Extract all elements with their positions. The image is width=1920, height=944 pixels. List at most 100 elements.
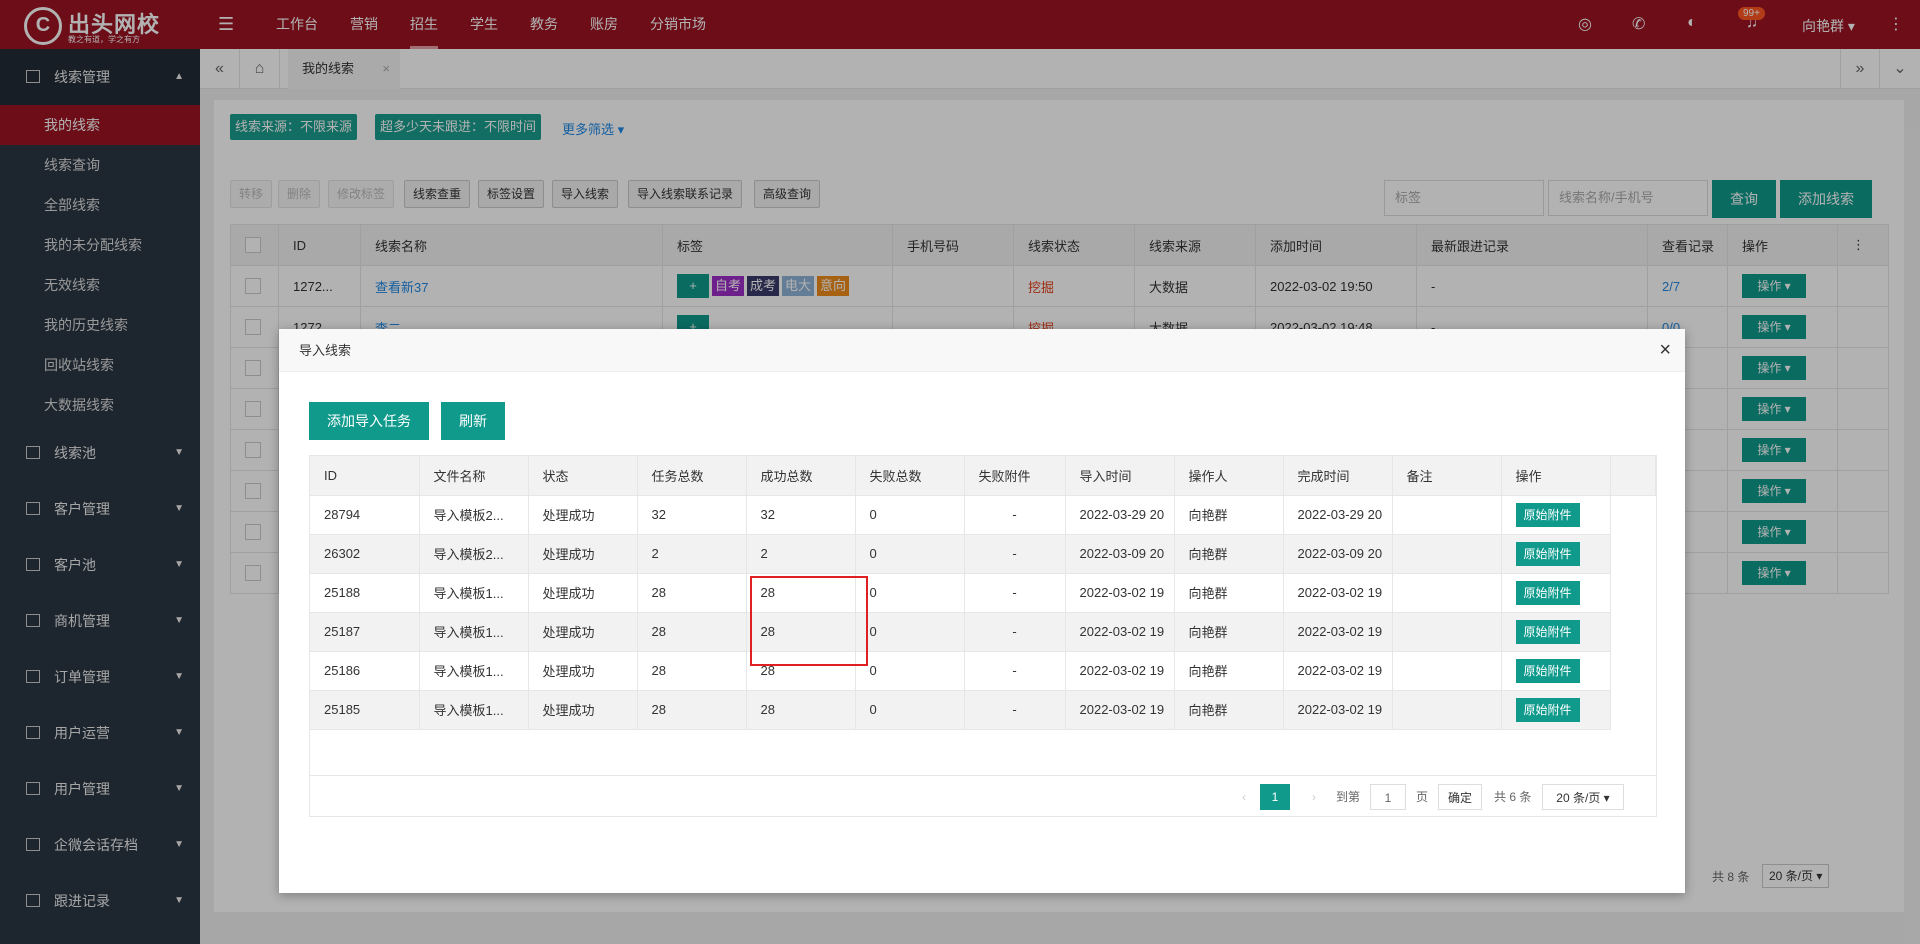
cell-id: 28794 — [310, 495, 420, 535]
cell-done-time: 2022-03-02 19 — [1283, 612, 1393, 652]
cell-op: 原始附件 — [1501, 651, 1611, 691]
table-row: 25188 导入模板1... 处理成功 28 28 0 - 2022-03-02… — [310, 573, 1655, 613]
original-attachment-button[interactable]: 原始附件 — [1515, 541, 1580, 566]
cell-import-time: 2022-03-02 19 — [1065, 573, 1175, 613]
col-id: ID — [310, 456, 420, 496]
cell-file: 导入模板2... — [419, 495, 529, 535]
cell-status: 处理成功 — [528, 495, 638, 535]
original-attachment-button[interactable]: 原始附件 — [1515, 619, 1580, 644]
col-import-time: 导入时间 — [1065, 456, 1175, 496]
cell-total: 28 — [637, 612, 747, 652]
cell-operator: 向艳群 — [1174, 690, 1284, 730]
cell-note — [1392, 573, 1502, 613]
cell-status: 处理成功 — [528, 612, 638, 652]
original-attachment-button[interactable]: 原始附件 — [1515, 697, 1580, 722]
cell-done-time: 2022-03-29 20 — [1283, 495, 1393, 535]
total-count: 共 6 条 — [1494, 790, 1532, 804]
page-current[interactable]: 1 — [1260, 784, 1290, 810]
cell-id: 25185 — [310, 690, 420, 730]
col-task-total: 任务总数 — [637, 456, 747, 496]
cell-note — [1392, 612, 1502, 652]
col-fail-attachment: 失败附件 — [964, 456, 1066, 496]
cell-operator: 向艳群 — [1174, 612, 1284, 652]
cell-status: 处理成功 — [528, 690, 638, 730]
cell-attach: - — [964, 534, 1066, 574]
page-input[interactable]: 1 — [1370, 784, 1406, 810]
close-icon[interactable]: × — [1659, 329, 1671, 372]
success-column-highlight — [750, 576, 868, 666]
cell-import-time: 2022-03-02 19 — [1065, 690, 1175, 730]
cell-attach: - — [964, 690, 1066, 730]
table-row: 25186 导入模板1... 处理成功 28 28 0 - 2022-03-02… — [310, 651, 1655, 691]
cell-note — [1392, 690, 1502, 730]
cell-op: 原始附件 — [1501, 534, 1611, 574]
dialog-title: 导入线索 — [299, 343, 352, 358]
cell-fail: 0 — [855, 612, 965, 652]
col-spacer — [1610, 456, 1656, 496]
cell-file: 导入模板1... — [419, 690, 529, 730]
cell-note — [1392, 651, 1502, 691]
cell-done-time: 2022-03-02 19 — [1283, 651, 1393, 691]
cell-operator: 向艳群 — [1174, 651, 1284, 691]
cell-operator: 向艳群 — [1174, 573, 1284, 613]
original-attachment-button[interactable]: 原始附件 — [1515, 502, 1580, 527]
page-size-select[interactable]: 20 条/页 ▾ — [1542, 784, 1624, 810]
col-fail-total: 失败总数 — [855, 456, 965, 496]
cell-note — [1392, 534, 1502, 574]
cell-attach: - — [964, 495, 1066, 535]
cell-id: 25186 — [310, 651, 420, 691]
cell-status: 处理成功 — [528, 534, 638, 574]
cell-attach: - — [964, 573, 1066, 613]
refresh-button[interactable]: 刷新 — [441, 402, 505, 440]
table-header: ID 文件名称 状态 任务总数 成功总数 失败总数 失败附件 导入时间 操作人 … — [310, 456, 1656, 496]
col-finish-time: 完成时间 — [1283, 456, 1393, 496]
cell-fail: 0 — [855, 690, 965, 730]
page-unit-label: 页 — [1416, 790, 1429, 804]
cell-import-time: 2022-03-02 19 — [1065, 651, 1175, 691]
cell-done-time: 2022-03-02 19 — [1283, 690, 1393, 730]
cell-fail: 0 — [855, 651, 965, 691]
cell-id: 26302 — [310, 534, 420, 574]
cell-import-time: 2022-03-09 20 — [1065, 534, 1175, 574]
cell-file: 导入模板1... — [419, 612, 529, 652]
cell-status: 处理成功 — [528, 573, 638, 613]
cell-id: 25188 — [310, 573, 420, 613]
next-page-icon[interactable]: › — [1312, 784, 1316, 810]
cell-file: 导入模板1... — [419, 573, 529, 613]
original-attachment-button[interactable]: 原始附件 — [1515, 580, 1580, 605]
cell-done-time: 2022-03-02 19 — [1283, 573, 1393, 613]
cell-total: 28 — [637, 651, 747, 691]
cell-file: 导入模板2... — [419, 534, 529, 574]
table-row: 26302 导入模板2... 处理成功 2 2 0 - 2022-03-09 2… — [310, 534, 1655, 574]
col-success-total: 成功总数 — [746, 456, 856, 496]
cell-import-time: 2022-03-02 19 — [1065, 612, 1175, 652]
col-status: 状态 — [528, 456, 638, 496]
cell-op: 原始附件 — [1501, 690, 1611, 730]
cell-attach: - — [964, 651, 1066, 691]
confirm-page-button[interactable]: 确定 — [1438, 784, 1482, 810]
import-table-wrapper: ID 文件名称 状态 任务总数 成功总数 失败总数 失败附件 导入时间 操作人 … — [309, 455, 1657, 817]
cell-success: 28 — [746, 690, 856, 730]
import-task-table: ID 文件名称 状态 任务总数 成功总数 失败总数 失败附件 导入时间 操作人 … — [310, 456, 1656, 730]
cell-total: 2 — [637, 534, 747, 574]
dialog-header: 导入线索 × — [279, 329, 1685, 372]
cell-note — [1392, 495, 1502, 535]
cell-op: 原始附件 — [1501, 495, 1611, 535]
cell-total: 28 — [637, 573, 747, 613]
original-attachment-button[interactable]: 原始附件 — [1515, 658, 1580, 683]
cell-success: 32 — [746, 495, 856, 535]
col-file-name: 文件名称 — [419, 456, 529, 496]
import-clues-dialog: 导入线索 × 添加导入任务 刷新 ID 文件名称 状态 任务总数 成功总数 失败… — [279, 329, 1685, 893]
cell-file: 导入模板1... — [419, 651, 529, 691]
cell-done-time: 2022-03-09 20 — [1283, 534, 1393, 574]
cell-status: 处理成功 — [528, 651, 638, 691]
cell-total: 32 — [637, 495, 747, 535]
cell-fail: 0 — [855, 573, 965, 613]
prev-page-icon[interactable]: ‹ — [1242, 784, 1246, 810]
add-import-task-button[interactable]: 添加导入任务 — [309, 402, 429, 440]
table-row: 25185 导入模板1... 处理成功 28 28 0 - 2022-03-02… — [310, 690, 1655, 730]
page-size-label: 20 条/页 — [1556, 791, 1601, 805]
cell-operator: 向艳群 — [1174, 495, 1284, 535]
pagination: ‹ 1 › 到第 1 页 确定 共 6 条 20 条/页 ▾ — [310, 775, 1656, 817]
cell-fail: 0 — [855, 495, 965, 535]
